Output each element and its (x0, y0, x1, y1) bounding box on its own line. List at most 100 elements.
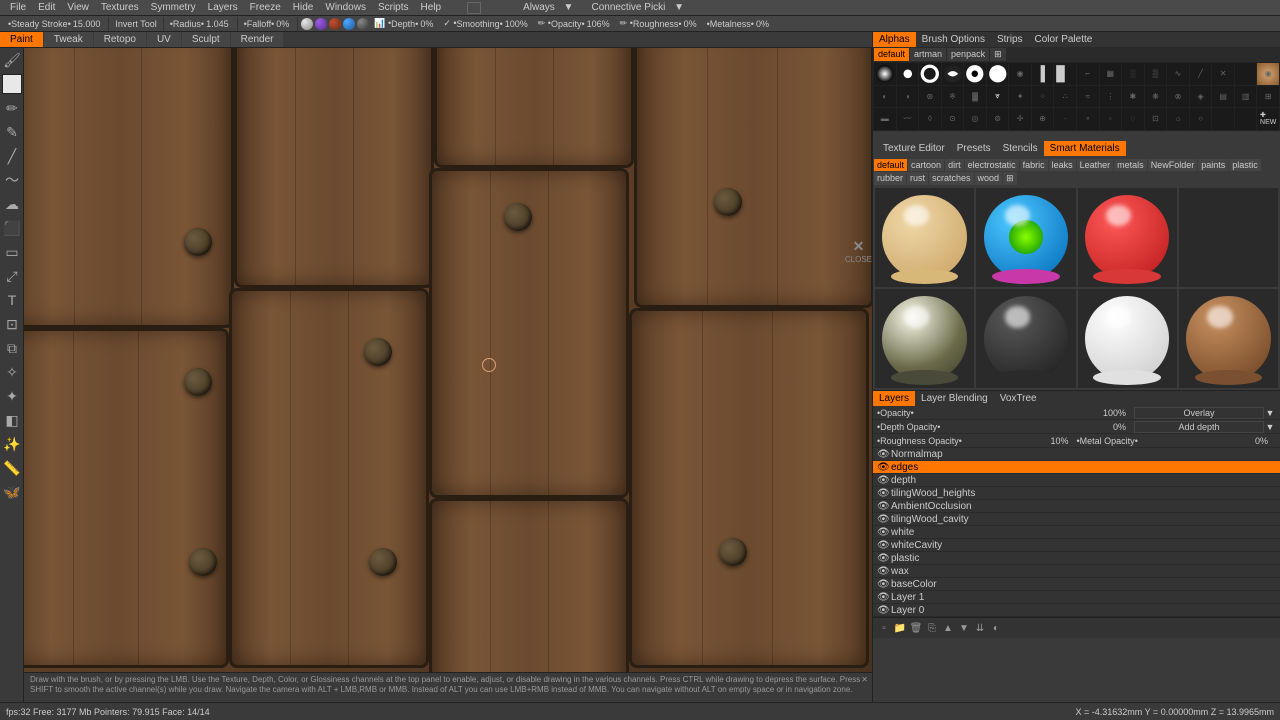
menu-freeze[interactable]: Freeze (244, 2, 287, 13)
alpha-brush-r2-18[interactable]: ⊞ (1257, 86, 1279, 108)
alpha-brush-r2-12[interactable]: ✱ (1122, 86, 1144, 108)
heal-tool-icon[interactable]: ✧ (0, 360, 24, 384)
alpha-brush-r3-11[interactable]: ◦ (1100, 108, 1122, 130)
layer-0[interactable]: 👁Layer 0 (873, 604, 1280, 617)
alpha-brush-r3-8[interactable]: ⊕ (1032, 108, 1054, 130)
material-red[interactable] (1078, 188, 1177, 287)
layer-merge-icon[interactable]: ⇊ (973, 621, 987, 635)
layer-folder-icon[interactable]: 📁 (893, 621, 907, 635)
tab-stencils[interactable]: Stencils (997, 141, 1044, 156)
alpha-brush-r3-14[interactable]: ☼ (1167, 108, 1189, 130)
add-subtab-icon[interactable]: ⊞ (990, 48, 1006, 61)
depth-mode-dropdown[interactable]: Add depth (1134, 421, 1264, 433)
alpha-brush-solid[interactable] (987, 63, 1009, 85)
alpha-brush-r3-6[interactable]: ⊚ (987, 108, 1009, 130)
tab-tweak[interactable]: Tweak (44, 32, 93, 47)
metalness-control[interactable]: •Metalness•0% (703, 19, 775, 29)
alpha-brush-r2-7[interactable]: ✦ (1009, 86, 1031, 108)
alpha-brush-grid[interactable]: ▦ (1100, 63, 1122, 85)
measure-tool-icon[interactable]: 📏 (0, 456, 24, 480)
curve-tool-icon[interactable]: 〜 (0, 168, 24, 192)
alpha-brush-r2-3[interactable]: ⊛ (919, 86, 941, 108)
subtab-penpack[interactable]: penpack (947, 48, 989, 61)
cat-metals[interactable]: metals (1114, 159, 1147, 171)
alpha-brush-r3-3[interactable]: ◊ (919, 108, 941, 130)
alpha-brush-r3-7[interactable]: ✢ (1009, 108, 1031, 130)
cat-electrostatic[interactable]: electrostatic (965, 159, 1019, 171)
alpha-brush-noise2[interactable]: ▒ (1145, 63, 1167, 85)
layer-basecolor[interactable]: 👁baseColor (873, 578, 1280, 591)
tab-texture-editor[interactable]: Texture Editor (877, 141, 951, 156)
menu-layers[interactable]: Layers (202, 2, 244, 13)
tab-voxtree[interactable]: VoxTree (994, 391, 1043, 406)
eye-icon[interactable]: 👁 (877, 449, 891, 460)
alpha-brush-cross[interactable]: ✕ (1212, 63, 1234, 85)
radius-control[interactable]: •Radius•1.045 (166, 19, 235, 29)
eye-icon[interactable]: 👁 (877, 488, 891, 499)
layer-whitecavity[interactable]: 👁whiteCavity (873, 539, 1280, 552)
alpha-brush-donut[interactable] (964, 63, 986, 85)
alpha-brush-swirl[interactable] (942, 63, 964, 85)
alpha-brush-noise1[interactable]: ░ (1122, 63, 1144, 85)
alpha-brush-stroke[interactable]: ╱ (1190, 63, 1212, 85)
tab-brush-options[interactable]: Brush Options (916, 32, 991, 47)
alpha-brush-r2-17[interactable]: ▥ (1235, 86, 1257, 108)
close-overlay[interactable]: ✕ CLOSE (845, 238, 872, 264)
tab-smart-materials[interactable]: Smart Materials (1044, 141, 1126, 156)
menu-textures[interactable]: Textures (95, 2, 145, 13)
tab-render[interactable]: Render (231, 32, 284, 47)
menu-hide[interactable]: Hide (287, 2, 320, 13)
transform-tool-icon[interactable]: ⤢ (0, 264, 24, 288)
alpha-brush-ring[interactable] (919, 63, 941, 85)
cat-leaks[interactable]: leaks (1049, 159, 1076, 171)
opacity-control[interactable]: ✏ •Opacity•106% (534, 18, 616, 29)
layer-tilingwood-heights[interactable]: 👁tilingWood_heights (873, 487, 1280, 500)
cat-newfolder[interactable]: NewFolder (1148, 159, 1198, 171)
depth-control[interactable]: 📊 •Depth•0% (370, 18, 439, 29)
alpha-brush-r2-4[interactable]: ※ (942, 86, 964, 108)
alpha-brush-r2-9[interactable]: ∴ (1054, 86, 1076, 108)
layer-mask-icon[interactable]: ◐ (989, 621, 1003, 635)
alpha-brush-r2-2[interactable]: ◑ (897, 86, 919, 108)
material-empty1[interactable] (1179, 188, 1278, 287)
alpha-brush-soft[interactable] (874, 63, 896, 85)
alpha-brush-scratch[interactable]: ∿ (1167, 63, 1189, 85)
clone-tool-icon[interactable]: ⧉ (0, 336, 24, 360)
material-blue[interactable] (976, 188, 1075, 287)
eye-icon[interactable]: 👁 (877, 579, 891, 590)
alpha-brush-r3-17[interactable] (1235, 108, 1257, 130)
color-swatch[interactable] (2, 74, 22, 94)
close-x-icon[interactable]: ✕ (845, 238, 872, 255)
butterfly-icon[interactable]: 🦋 (0, 480, 24, 504)
layer-1[interactable]: 👁Layer 1 (873, 591, 1280, 604)
alpha-brush-r2-10[interactable]: ≈ (1077, 86, 1099, 108)
ball-white-icon[interactable] (301, 18, 313, 30)
alpha-brush-r2-11[interactable]: ⋮ (1100, 86, 1122, 108)
wand-tool-icon[interactable]: ✨ (0, 432, 24, 456)
menu-edit[interactable]: Edit (32, 2, 61, 13)
alpha-brush-r2-16[interactable]: ▤ (1212, 86, 1234, 108)
ball-blue-icon[interactable] (343, 18, 355, 30)
alpha-brush-r3-12[interactable]: ◌ (1122, 108, 1144, 130)
eye-icon[interactable]: 👁 (877, 566, 891, 577)
invert-tool[interactable]: Invert Tool (111, 19, 160, 29)
viewport[interactable]: ✕ CLOSE (24, 48, 872, 672)
alpha-brush-chevron[interactable]: ⩔ (987, 86, 1009, 108)
cat-cartoon[interactable]: cartoon (908, 159, 944, 171)
layer-down-icon[interactable]: ▼ (957, 621, 971, 635)
eye-icon[interactable]: 👁 (877, 592, 891, 603)
ball-brown-icon[interactable] (329, 18, 341, 30)
eye-icon[interactable]: 👁 (877, 540, 891, 551)
eye-icon[interactable]: 👁 (877, 501, 891, 512)
layer-ambientocclusion[interactable]: 👁AmbientOcclusion (873, 500, 1280, 513)
falloff-control[interactable]: •Falloff•0% (240, 19, 296, 29)
cat-default[interactable]: default (874, 159, 907, 171)
tab-retopo[interactable]: Retopo (94, 32, 146, 47)
tab-uv[interactable]: UV (147, 32, 181, 47)
eye-icon[interactable]: 👁 (877, 605, 891, 616)
fill-tool-icon[interactable]: ⬛ (0, 216, 24, 240)
eye-icon[interactable]: 👁 (877, 462, 891, 473)
layer-depth[interactable]: 👁depth (873, 474, 1280, 487)
alpha-brush-r2-5[interactable]: ▓ (964, 86, 986, 108)
alpha-brush-r3-16[interactable] (1212, 108, 1234, 130)
